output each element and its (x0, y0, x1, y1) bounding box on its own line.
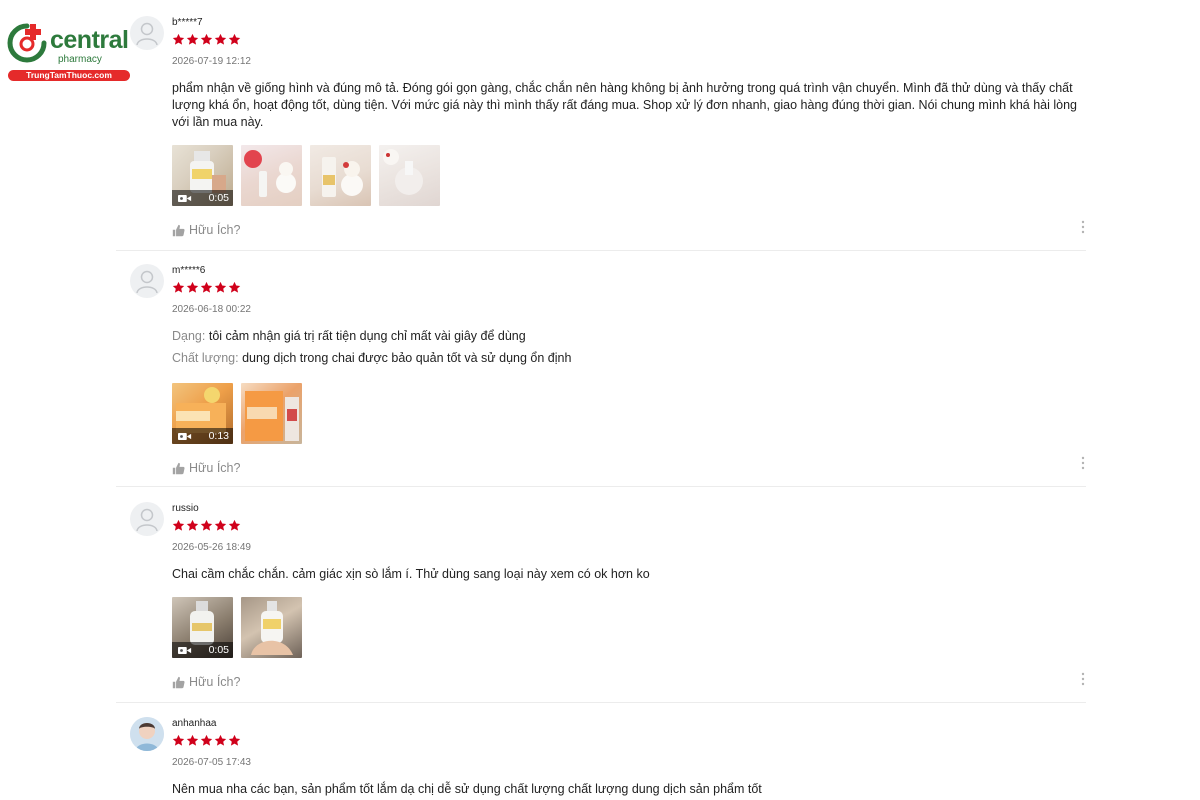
helpful-button[interactable]: Hữu Ích? (172, 460, 1086, 476)
review-item: b*****7 2026-07-19 12:12 phẩm nhận về gi… (116, 16, 1086, 251)
star-icon (214, 734, 227, 746)
video-camera-icon (178, 194, 192, 202)
star-icon (214, 33, 227, 45)
star-icon (228, 734, 241, 746)
review-photo-thumbnail[interactable] (379, 145, 440, 206)
star-icon (186, 33, 199, 45)
star-icon (172, 33, 185, 45)
star-rating (172, 734, 1086, 750)
attribute-value: tôi cảm nhận giá trị rất tiện dụng chỉ m… (208, 329, 526, 343)
brand-logo[interactable]: central pharmacy TrungTamThuoc.com (6, 22, 130, 82)
review-photo-thumbnail[interactable] (310, 145, 371, 206)
avatar[interactable] (130, 717, 164, 751)
review-date: 2026-07-05 17:43 (172, 757, 251, 768)
bottle-in-hand-photo (251, 601, 293, 655)
star-rating (172, 33, 1086, 49)
product-photo (244, 150, 296, 197)
video-overlay: 0:05 (172, 642, 233, 658)
star-icon (228, 33, 241, 45)
star-icon (186, 519, 199, 531)
star-icon (186, 734, 199, 746)
star-icon (200, 33, 213, 45)
review-attribute-form: Dạng: tôi cảm nhận giá trị rất tiện dụng… (172, 328, 1086, 345)
star-icon (172, 734, 185, 746)
user-photo (130, 717, 164, 751)
attribute-value: dung dịch trong chai được bảo quản tốt v… (242, 351, 572, 365)
review-media: 0:05 (172, 145, 1086, 206)
pharmacy-cross-logo-icon (7, 23, 47, 63)
review-text: phẩm nhận về giống hình và đúng mô tả. Đ… (172, 81, 1077, 129)
product-box-photo (245, 391, 299, 441)
helpful-button[interactable]: Hữu Ích? (172, 222, 1086, 238)
review-username: b*****7 (172, 17, 203, 28)
review-photo-thumbnail[interactable] (241, 597, 302, 658)
star-icon (228, 519, 241, 531)
review-item: m*****6 2026-06-18 00:22 Dạng: tôi cảm n… (116, 264, 1086, 487)
review-item: russio 2026-05-26 18:49 Chai cầm chắc ch… (116, 502, 1086, 703)
product-photo (383, 149, 423, 195)
star-icon (172, 281, 185, 293)
user-placeholder-icon (136, 270, 158, 294)
review-media: 0:05 (172, 597, 1086, 658)
video-camera-icon (178, 432, 192, 440)
review-date: 2026-07-19 12:12 (172, 56, 251, 67)
star-rating (172, 519, 1086, 535)
thumbs-up-icon (172, 224, 185, 236)
helpful-button[interactable]: Hữu Ích? (172, 674, 1086, 690)
more-options-icon[interactable] (1080, 672, 1086, 686)
brand-subtitle: pharmacy (58, 54, 102, 65)
video-overlay: 0:13 (172, 428, 233, 444)
review-item: anhanhaa 2026-07-05 17:43 Nên mua nha cá… (116, 717, 1086, 800)
more-options-icon[interactable] (1080, 220, 1086, 234)
review-username: anhanhaa (172, 718, 217, 729)
brand-url: TrungTamThuoc.com (8, 70, 130, 81)
review-username: russio (172, 503, 199, 514)
review-text: Nên mua nha các bạn, sản phẩm tốt lắm dạ… (172, 782, 762, 796)
video-overlay: 0:05 (172, 190, 233, 206)
avatar[interactable] (130, 264, 164, 298)
star-icon (214, 519, 227, 531)
video-camera-icon (178, 646, 192, 654)
star-icon (228, 281, 241, 293)
video-duration: 0:05 (208, 192, 229, 204)
star-icon (214, 281, 227, 293)
avatar[interactable] (130, 502, 164, 536)
star-icon (172, 519, 185, 531)
attribute-label: Dạng: (172, 329, 206, 343)
helpful-label: Hữu Ích? (189, 223, 241, 237)
star-icon (200, 734, 213, 746)
video-duration: 0:13 (208, 430, 229, 442)
review-date: 2026-05-26 18:49 (172, 542, 251, 553)
helpful-label: Hữu Ích? (189, 675, 241, 689)
product-photo (322, 157, 363, 197)
thumbs-up-icon (172, 462, 185, 474)
review-date: 2026-06-18 00:22 (172, 304, 251, 315)
review-photo-thumbnail[interactable] (241, 145, 302, 206)
thumbs-up-icon (172, 676, 185, 688)
star-rating (172, 281, 1086, 297)
review-video-thumbnail[interactable]: 0:13 (172, 383, 233, 444)
review-video-thumbnail[interactable]: 0:05 (172, 597, 233, 658)
user-placeholder-icon (136, 22, 158, 46)
helpful-label: Hữu Ích? (189, 461, 241, 475)
review-username: m*****6 (172, 265, 206, 276)
star-icon (200, 281, 213, 293)
user-placeholder-icon (136, 508, 158, 532)
attribute-label: Chất lượng: (172, 351, 239, 365)
review-attribute-quality: Chất lượng: dung dịch trong chai được bả… (172, 350, 1086, 367)
review-photo-thumbnail[interactable] (241, 383, 302, 444)
star-icon (186, 281, 199, 293)
review-text: Chai cầm chắc chắn. cảm giác xịn sò lắm … (172, 567, 650, 581)
star-icon (200, 519, 213, 531)
more-options-icon[interactable] (1080, 456, 1086, 470)
video-duration: 0:05 (208, 644, 229, 656)
review-media: 0:13 (172, 383, 1086, 444)
review-video-thumbnail[interactable]: 0:05 (172, 145, 233, 206)
avatar[interactable] (130, 16, 164, 50)
